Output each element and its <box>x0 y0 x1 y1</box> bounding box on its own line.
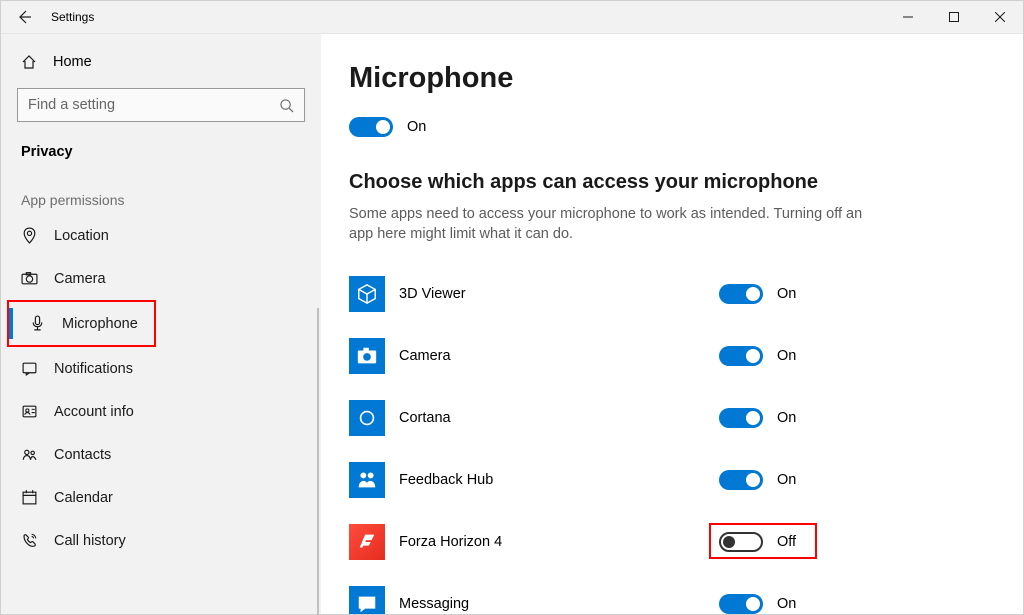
sidebar-item-label: Contacts <box>54 447 111 463</box>
notifications-icon <box>21 360 38 377</box>
home-icon <box>21 54 37 70</box>
contacts-icon <box>21 446 38 463</box>
callhistory-icon <box>21 532 38 549</box>
camera-icon <box>21 270 38 287</box>
toggle-forza[interactable] <box>719 532 763 552</box>
microphone-icon <box>29 315 46 332</box>
toggle-label: On <box>777 286 796 302</box>
app-name: 3D Viewer <box>399 286 719 302</box>
sidebar-item-location[interactable]: Location <box>1 214 321 257</box>
app-row-camera: Camera On <box>349 325 909 387</box>
camera-app-icon <box>349 338 385 374</box>
messaging-icon <box>349 586 385 614</box>
search-placeholder: Find a setting <box>28 97 279 113</box>
sidebar-item-call-history[interactable]: Call history <box>1 519 321 562</box>
content-pane: Microphone On Choose which apps can acce… <box>321 34 1023 614</box>
toggle-3dviewer[interactable] <box>719 284 763 304</box>
app-row-feedback: Feedback Hub On <box>349 449 909 511</box>
app-name: Messaging <box>399 596 719 612</box>
sidebar-item-camera[interactable]: Camera <box>1 257 321 300</box>
section-description: Some apps need to access your microphone… <box>349 204 869 245</box>
feedback-icon <box>349 462 385 498</box>
forza-icon <box>349 524 385 560</box>
sidebar-item-microphone[interactable]: Microphone <box>9 302 154 345</box>
cortana-icon <box>349 400 385 436</box>
cube-icon <box>349 276 385 312</box>
sidebar-item-account[interactable]: Account info <box>1 390 321 433</box>
home-link[interactable]: Home <box>1 44 321 80</box>
section-heading: Choose which apps can access your microp… <box>349 171 1023 194</box>
app-row-3dviewer: 3D Viewer On <box>349 263 909 325</box>
sidebar-item-label: Camera <box>54 271 106 287</box>
group-label: App permissions <box>1 172 321 214</box>
sidebar-item-label: Account info <box>54 404 134 420</box>
toggle-messaging[interactable] <box>719 594 763 614</box>
sidebar-item-calendar[interactable]: Calendar <box>1 476 321 519</box>
titlebar: Settings <box>1 1 1023 34</box>
sidebar-scrollbar[interactable] <box>317 308 319 615</box>
sidebar-item-label: Notifications <box>54 361 133 377</box>
toggle-feedback[interactable] <box>719 470 763 490</box>
sidebar-item-notifications[interactable]: Notifications <box>1 347 321 390</box>
search-input[interactable]: Find a setting <box>17 88 305 122</box>
master-toggle-label: On <box>407 119 426 135</box>
back-button[interactable] <box>1 1 47 34</box>
minimize-button[interactable] <box>885 1 931 34</box>
sidebar-item-label: Location <box>54 228 109 244</box>
page-title: Microphone <box>349 62 1023 95</box>
account-icon <box>21 403 38 420</box>
sidebar-item-label: Microphone <box>62 316 138 332</box>
toggle-cortana[interactable] <box>719 408 763 428</box>
toggle-label: On <box>777 596 796 612</box>
sidebar: Home Find a setting Privacy App permissi… <box>1 34 321 614</box>
search-icon <box>279 98 294 113</box>
toggle-label: On <box>777 410 796 426</box>
app-row-forza: Forza Horizon 4 Off <box>349 511 909 573</box>
sidebar-item-label: Calendar <box>54 490 113 506</box>
app-name: Camera <box>399 348 719 364</box>
toggle-label: On <box>777 472 796 488</box>
close-button[interactable] <box>977 1 1023 34</box>
app-name: Cortana <box>399 410 719 426</box>
sidebar-item-label: Call history <box>54 533 126 549</box>
home-label: Home <box>53 54 92 70</box>
app-name: Feedback Hub <box>399 472 719 488</box>
location-icon <box>21 227 38 244</box>
sidebar-item-contacts[interactable]: Contacts <box>1 433 321 476</box>
app-row-cortana: Cortana On <box>349 387 909 449</box>
window-title: Settings <box>47 10 94 24</box>
calendar-icon <box>21 489 38 506</box>
microphone-master-toggle[interactable] <box>349 117 393 137</box>
toggle-label: On <box>777 348 796 364</box>
app-name: Forza Horizon 4 <box>399 534 719 550</box>
maximize-button[interactable] <box>931 1 977 34</box>
section-title: Privacy <box>1 132 321 172</box>
app-row-messaging: Messaging On <box>349 573 909 614</box>
toggle-camera[interactable] <box>719 346 763 366</box>
